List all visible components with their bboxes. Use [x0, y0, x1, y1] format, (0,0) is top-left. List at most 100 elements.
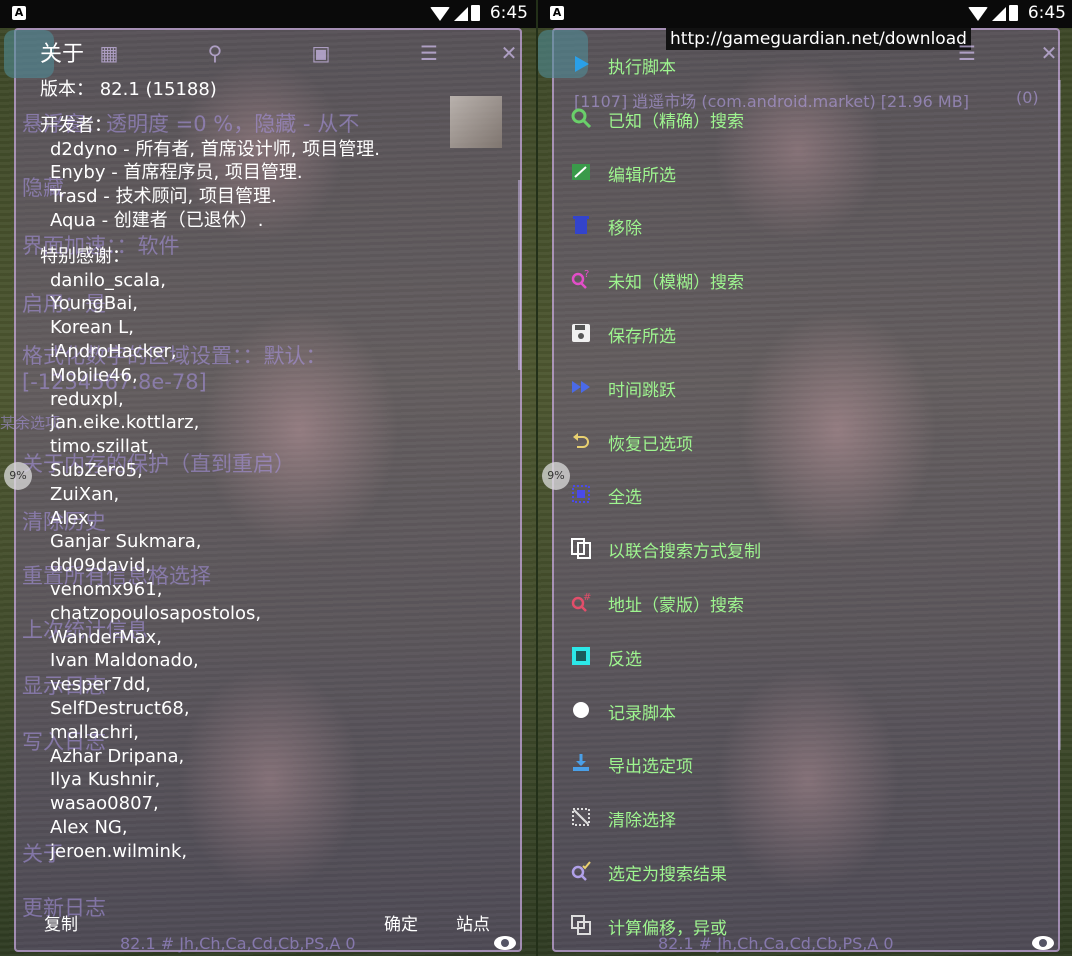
signal-icon	[992, 7, 1006, 21]
menu-item-label: 已知（精确）搜索	[608, 111, 744, 132]
close-icon[interactable]: ✕	[498, 42, 520, 64]
record-icon	[570, 699, 592, 721]
version-text: 版本： 82.1 (15188)	[40, 79, 217, 100]
developers-heading: 开发者：	[40, 114, 112, 136]
thanks-item: mallachri,	[50, 721, 140, 743]
menu-item[interactable]: 记录脚本	[552, 692, 1060, 732]
site-button[interactable]: 站点	[456, 910, 490, 935]
menu-item-label: 反选	[608, 649, 642, 670]
developer-item: Trasd - 技术顾问, 项目管理.	[50, 186, 277, 208]
progress-badge[interactable]: 9%	[4, 462, 32, 490]
menu-item[interactable]: 保存所选	[552, 315, 1060, 355]
menu-item-label: 导出选定项	[608, 757, 693, 778]
eye-icon[interactable]	[1032, 936, 1054, 950]
thanks-item: venomx961,	[50, 578, 163, 600]
notification-icon: A	[550, 6, 564, 20]
about-screen: A 6:45 悬浮窗：透明度 =0 %，隐藏 - 从不 隐藏 界面加速：：软件 启用：…	[0, 0, 536, 956]
menu-item[interactable]: ? 未知（模糊）搜索	[552, 261, 1060, 301]
menu-item[interactable]: 恢复已选项	[552, 423, 1060, 463]
menu-item[interactable]: 导出选定项	[552, 745, 1060, 785]
fast-forward-icon	[570, 376, 592, 398]
menu-item[interactable]: 编辑所选	[552, 154, 1060, 194]
status-bar: A 6:45	[538, 0, 1072, 28]
menu-item-label: 选定为搜索结果	[608, 865, 727, 885]
grid-icon[interactable]: ▦	[98, 42, 120, 64]
trash-icon	[570, 214, 592, 236]
menu-item-label: 全选	[608, 488, 642, 509]
clear-selection-icon	[570, 806, 592, 828]
search-icon[interactable]: ⚲	[204, 42, 226, 64]
thanks-heading: 特别感谢：	[40, 245, 130, 267]
menu-item-label: 清除选择	[608, 811, 676, 832]
wifi-icon	[968, 7, 988, 21]
progress-badge[interactable]: 9%	[542, 462, 570, 490]
thanks-item: dd09david,	[50, 555, 152, 577]
menu-item[interactable]: 已知（精确）搜索	[552, 100, 1060, 140]
menu-item[interactable]: 移除	[552, 207, 1060, 247]
footer-version: 82.1 # Jh,Ch,Ca,Cd,Cb,PS,A 0	[120, 934, 356, 953]
developer-item: Aqua - 创建者（已退休）.	[50, 209, 264, 231]
scrollbar[interactable]	[1058, 80, 1061, 750]
invert-selection-icon	[570, 645, 592, 667]
scrollbar[interactable]	[518, 180, 521, 370]
menu-item[interactable]: 选定为搜索结果	[552, 853, 1060, 893]
dialog-header: 关于 ▦ ⚲ ▣ ☰ ✕	[4, 28, 522, 80]
thanks-item: danilo_scala,	[50, 269, 166, 291]
save-icon[interactable]: ▣	[310, 42, 332, 64]
menu-item-label: 未知（模糊）搜索	[608, 273, 744, 294]
eye-icon[interactable]	[494, 936, 516, 950]
footer-version: 82.1 # Jh,Ch,Ca,Cd,Cb,PS,A 0	[658, 934, 894, 953]
menu-item-label: 移除	[608, 219, 642, 240]
menu-item-label: 保存所选	[608, 327, 676, 347]
developer-item: Enyby - 首席程序员, 项目管理.	[50, 162, 303, 184]
about-content: 版本： 82.1 (15188) 开发者： d2dyno - 所有者, 首席设计…	[40, 78, 380, 864]
thanks-item: Mobile46,	[50, 364, 138, 386]
list-icon[interactable]: ☰	[418, 42, 440, 64]
thanks-item: Alex NG,	[50, 816, 128, 838]
thanks-item: YoungBai,	[50, 293, 138, 315]
menu-item[interactable]: # 地址（蒙版）搜索	[552, 584, 1060, 624]
menu-item[interactable]: 反选	[552, 638, 1060, 678]
search-check-icon	[570, 860, 592, 882]
undo-icon	[570, 430, 592, 452]
menu-item-label: 地址（蒙版）搜索	[608, 596, 744, 616]
battery-icon	[471, 5, 480, 21]
copy-icon	[570, 537, 592, 560]
thanks-item: Ivan Maldonado,	[50, 650, 199, 672]
menu-item-label: 以联合搜索方式复制	[608, 542, 761, 563]
wifi-icon	[430, 7, 450, 21]
thanks-item: iAndroHacker,	[50, 340, 177, 362]
signal-icon	[454, 7, 468, 21]
save-icon	[570, 322, 592, 344]
thanks-item: Alex,	[50, 507, 95, 529]
menu-item-label: 编辑所选	[608, 165, 676, 186]
page-title: 关于	[40, 42, 85, 67]
edit-icon	[570, 161, 592, 183]
battery-icon	[1009, 5, 1018, 21]
clock: 6:45	[1027, 3, 1066, 23]
menu-item-label: 执行脚本	[608, 58, 676, 78]
menu-item[interactable]: 以联合搜索方式复制	[552, 530, 1060, 570]
notification-icon: A	[12, 6, 26, 20]
thanks-item: timo.szillat,	[50, 436, 154, 458]
ok-button[interactable]: 确定	[384, 910, 418, 935]
thanks-item: Ganjar Sukmara,	[50, 531, 202, 553]
clock: 6:45	[489, 3, 528, 23]
menu-item[interactable]: 清除选择	[552, 799, 1060, 839]
thanks-item: vesper7dd,	[50, 674, 152, 696]
menu-item[interactable]: 时间跳跃	[552, 369, 1060, 409]
thanks-item: SelfDestruct68,	[50, 697, 190, 719]
developer-item: d2dyno - 所有者, 首席设计师, 项目管理.	[50, 138, 380, 160]
thanks-item: jeroen.wilmink,	[50, 840, 188, 862]
thanks-item: WanderMax,	[50, 626, 162, 648]
menu-item[interactable]: 全选	[552, 476, 1060, 516]
menu-item-label: 记录脚本	[608, 703, 676, 724]
menu-item-label: 时间跳跃	[608, 380, 676, 401]
menu-item[interactable]: 执行脚本	[552, 46, 1060, 86]
thanks-item: SubZero5,	[50, 459, 143, 481]
menu-item-label: 恢复已选项	[608, 434, 693, 455]
export-icon	[570, 752, 592, 774]
copy-button[interactable]: 复制	[44, 910, 78, 935]
thanks-item: wasao0807,	[50, 793, 159, 815]
select-all-icon	[570, 483, 592, 505]
